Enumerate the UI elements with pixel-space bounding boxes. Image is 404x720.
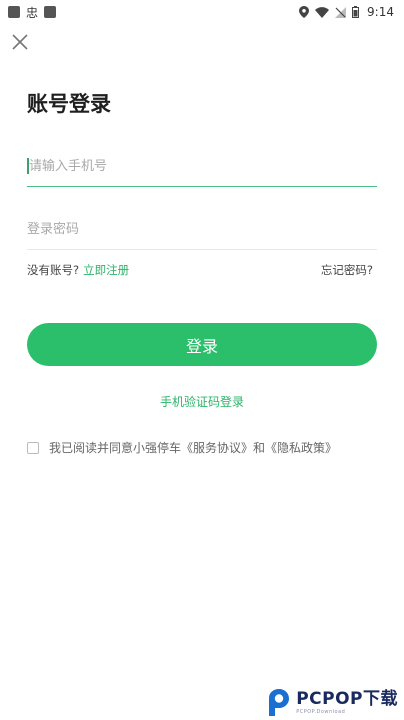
- watermark-sub: PCPOP.Download: [296, 709, 346, 715]
- text-cursor: [27, 158, 29, 174]
- notification-square-icon: [8, 6, 20, 18]
- login-screen: 忠 9:14 账号登录 请输入手机号 没有账号? 立即注册 忘记密码? 登录 手…: [0, 0, 404, 720]
- password-field: [27, 217, 377, 250]
- close-button[interactable]: [10, 32, 30, 52]
- register-link[interactable]: 立即注册: [83, 263, 129, 277]
- agreement-row: 我已阅读并同意小强停车《服务协议》和《隐私政策》: [27, 439, 337, 456]
- phone-input[interactable]: [27, 154, 379, 178]
- pcpop-logo-icon: [269, 689, 290, 716]
- watermark-main: PCPOP下载: [296, 689, 398, 709]
- status-left: 忠: [8, 4, 57, 21]
- forgot-password-link[interactable]: 忘记密码?: [321, 262, 373, 278]
- agreement-text[interactable]: 我已阅读并同意小强停车《服务协议》和《隐私政策》: [49, 439, 337, 456]
- watermark-text: PCPOP下载 PCPOP.Download: [296, 691, 398, 715]
- status-bar: 忠 9:14: [0, 0, 404, 24]
- location-icon: [299, 6, 310, 18]
- password-input[interactable]: [27, 217, 377, 241]
- agreement-checkbox[interactable]: [27, 441, 39, 454]
- no-signal-icon: [335, 6, 347, 18]
- page-title: 账号登录: [27, 92, 111, 116]
- battery-icon: [352, 6, 360, 18]
- account-links-row: 没有账号? 立即注册 忘记密码?: [27, 262, 373, 278]
- status-right: 9:14: [299, 5, 394, 19]
- carrier-glyph: 忠: [26, 5, 39, 20]
- register-prompt: 没有账号? 立即注册: [27, 262, 129, 278]
- sms-login-link[interactable]: 手机验证码登录: [0, 393, 404, 410]
- watermark: PCPOP下载 PCPOP.Download: [266, 688, 398, 718]
- wifi-icon: [315, 6, 330, 18]
- notification-square-icon: [44, 6, 57, 18]
- close-icon: [12, 34, 28, 50]
- clock: 9:14: [367, 5, 394, 19]
- no-account-text: 没有账号?: [27, 263, 80, 277]
- login-button[interactable]: 登录: [27, 323, 377, 366]
- phone-field: [27, 154, 379, 187]
